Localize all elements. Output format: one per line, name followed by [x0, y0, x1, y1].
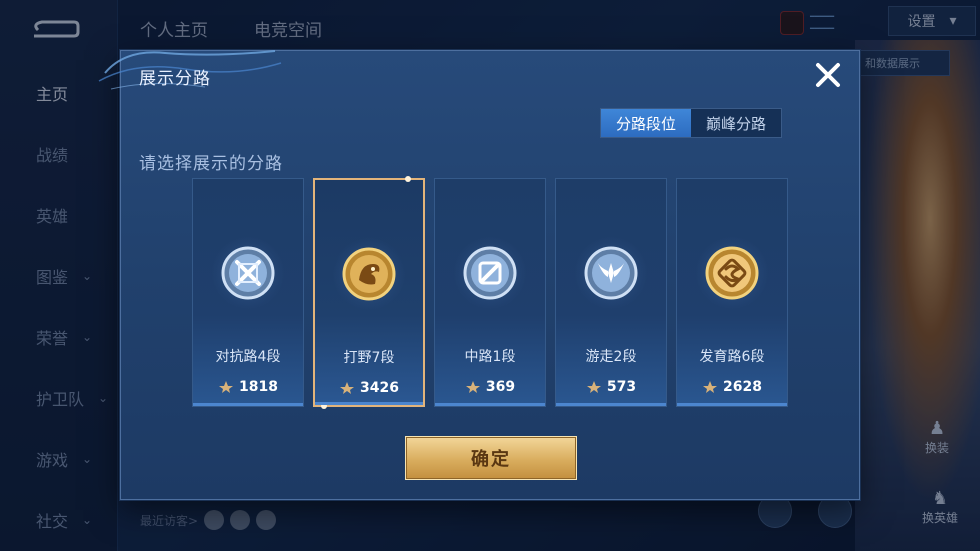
confirm-button[interactable]: 确定 [405, 436, 577, 480]
roam-wings-emblem-icon [575, 237, 647, 309]
lane-score-value: 2628 [723, 379, 762, 395]
lane-mode-switch: 分路段位 巅峰分路 [600, 108, 782, 138]
lane-score: 2628 [677, 379, 787, 395]
tab-peak-lane[interactable]: 巅峰分路 [691, 109, 781, 137]
lane-score-value: 369 [485, 379, 516, 395]
jungle-dragon-emblem-icon [333, 238, 405, 310]
lane-name: 对抗路4段 [215, 349, 281, 365]
lane-name: 游走2段 [585, 349, 637, 365]
lane-score: 369 [435, 379, 545, 395]
rank-points-icon [219, 381, 234, 393]
confirm-label: 确定 [471, 449, 511, 470]
lane-score: 3426 [315, 380, 423, 396]
lane-score: 573 [556, 379, 666, 395]
lane-score-value: 573 [606, 379, 637, 395]
lane-score-value: 1818 [239, 379, 278, 395]
selection-marker [321, 403, 327, 409]
close-icon [816, 63, 840, 87]
rank-points-icon [586, 381, 601, 393]
lane-list: 对抗路4段 1818 打野7段 3426 中路1段 369 游走2段 573 发… [192, 176, 788, 409]
rank-points-icon [340, 382, 355, 394]
farm-lane-emblem-icon [696, 237, 768, 309]
tab-lane-rank[interactable]: 分路段位 [601, 109, 691, 137]
select-prompt: 请选择展示的分路 [139, 154, 283, 174]
dialog-title: 展示分路 [139, 69, 211, 89]
rank-points-icon [465, 381, 480, 393]
close-button[interactable] [811, 58, 845, 92]
lane-name: 发育路6段 [699, 349, 765, 365]
rank-points-icon [703, 381, 718, 393]
lane-card-mid[interactable]: 中路1段 369 [434, 178, 546, 407]
lane-card-roam[interactable]: 游走2段 573 [555, 178, 667, 407]
lane-card-farm[interactable]: 发育路6段 2628 [676, 178, 788, 407]
lane-display-dialog: 展示分路 分路段位 巅峰分路 请选择展示的分路 对抗路4段 1818 打野7段 … [98, 50, 860, 500]
lane-name: 打野7段 [343, 350, 395, 366]
clash-lane-emblem-icon [212, 237, 284, 309]
lane-name: 中路1段 [464, 349, 516, 365]
selection-marker [405, 176, 411, 182]
lane-card-jungle[interactable]: 打野7段 3426 [313, 176, 425, 409]
mid-lane-emblem-icon [454, 237, 526, 309]
lane-score-value: 3426 [360, 380, 399, 396]
lane-score: 1818 [193, 379, 303, 395]
lane-card-clash[interactable]: 对抗路4段 1818 [192, 178, 304, 407]
